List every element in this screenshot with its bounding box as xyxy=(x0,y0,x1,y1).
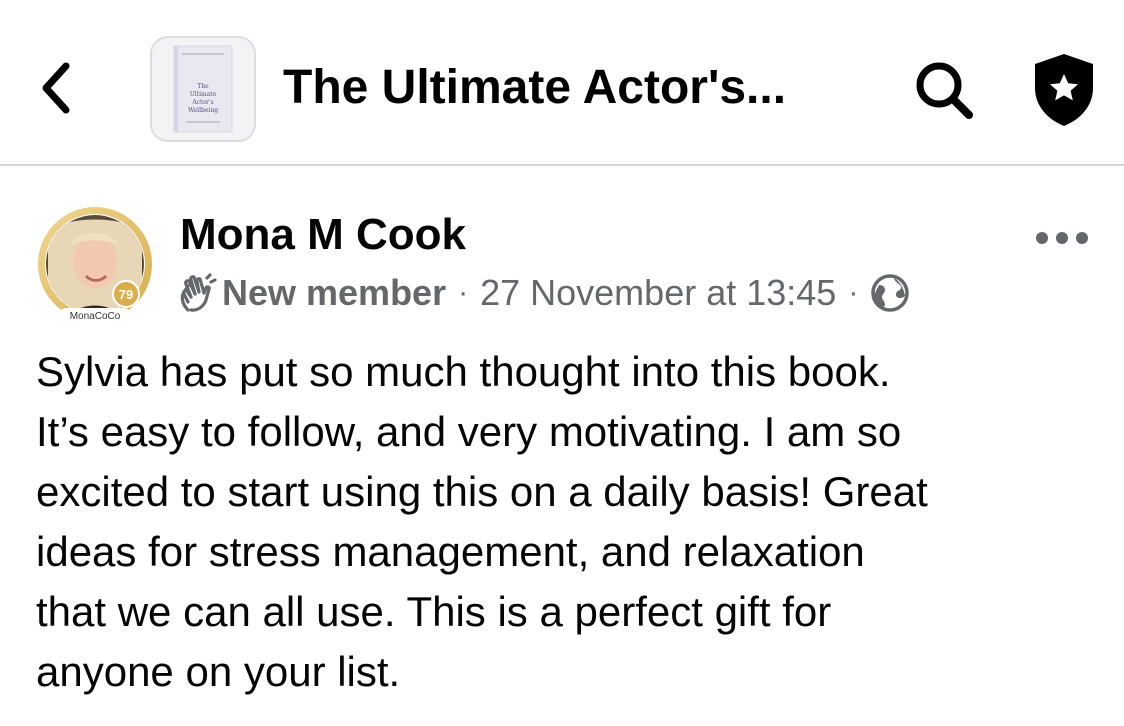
avatar-caption: MonaCoCo xyxy=(70,311,121,322)
post-text-line: that we can all use. This is a perfect g… xyxy=(36,588,832,635)
post-text-line: Sylvia has put so much thought into this… xyxy=(36,348,891,395)
book-cover-line: Wellbeing xyxy=(188,107,218,114)
globe-icon[interactable] xyxy=(870,273,910,313)
group-header: The Ultimate Actor's Wellbeing The Ultim… xyxy=(0,0,1124,166)
post-text: Sylvia has put so much thought into this… xyxy=(36,342,1096,702)
avatar-badge: 79 xyxy=(119,287,133,302)
post-timestamp[interactable]: 27 November at 13:45 xyxy=(480,272,836,314)
book-cover-line: Ultimate xyxy=(190,91,217,98)
post-text-line: ideas for stress management, and relaxat… xyxy=(36,528,865,575)
post-text-line: anyone on your list. xyxy=(36,648,401,695)
meta-separator: · xyxy=(848,276,859,309)
member-badge[interactable]: New member xyxy=(222,272,446,314)
meta-separator: · xyxy=(458,276,469,309)
book-cover-image: The Ultimate Actor's Wellbeing xyxy=(152,38,254,140)
book-cover-line: Actor's xyxy=(191,99,213,106)
post-options-button[interactable] xyxy=(1030,218,1094,258)
post-text-line: It’s easy to follow, and very motivating… xyxy=(36,408,902,455)
waving-hand-icon xyxy=(176,272,218,314)
more-horizontal-icon xyxy=(1036,232,1088,244)
group-title[interactable]: The Ultimate Actor's... xyxy=(283,56,786,120)
back-button[interactable] xyxy=(30,58,82,118)
book-cover-line: The xyxy=(197,83,209,90)
search-button[interactable] xyxy=(908,54,980,126)
shield-star-icon xyxy=(1035,54,1093,126)
chevron-left-icon xyxy=(42,62,70,114)
search-icon xyxy=(916,62,973,119)
avatar-image: 79 MonaCoCo xyxy=(38,207,152,322)
author-name[interactable]: Mona M Cook xyxy=(180,206,466,264)
group-thumbnail[interactable]: The Ultimate Actor's Wellbeing xyxy=(150,36,256,142)
post-text-line: excited to start using this on a daily b… xyxy=(36,468,928,515)
post-meta: New member · 27 November at 13:45 · xyxy=(176,268,910,318)
author-avatar[interactable]: 79 MonaCoCo xyxy=(34,206,156,328)
admin-tools-button[interactable] xyxy=(1026,50,1102,130)
